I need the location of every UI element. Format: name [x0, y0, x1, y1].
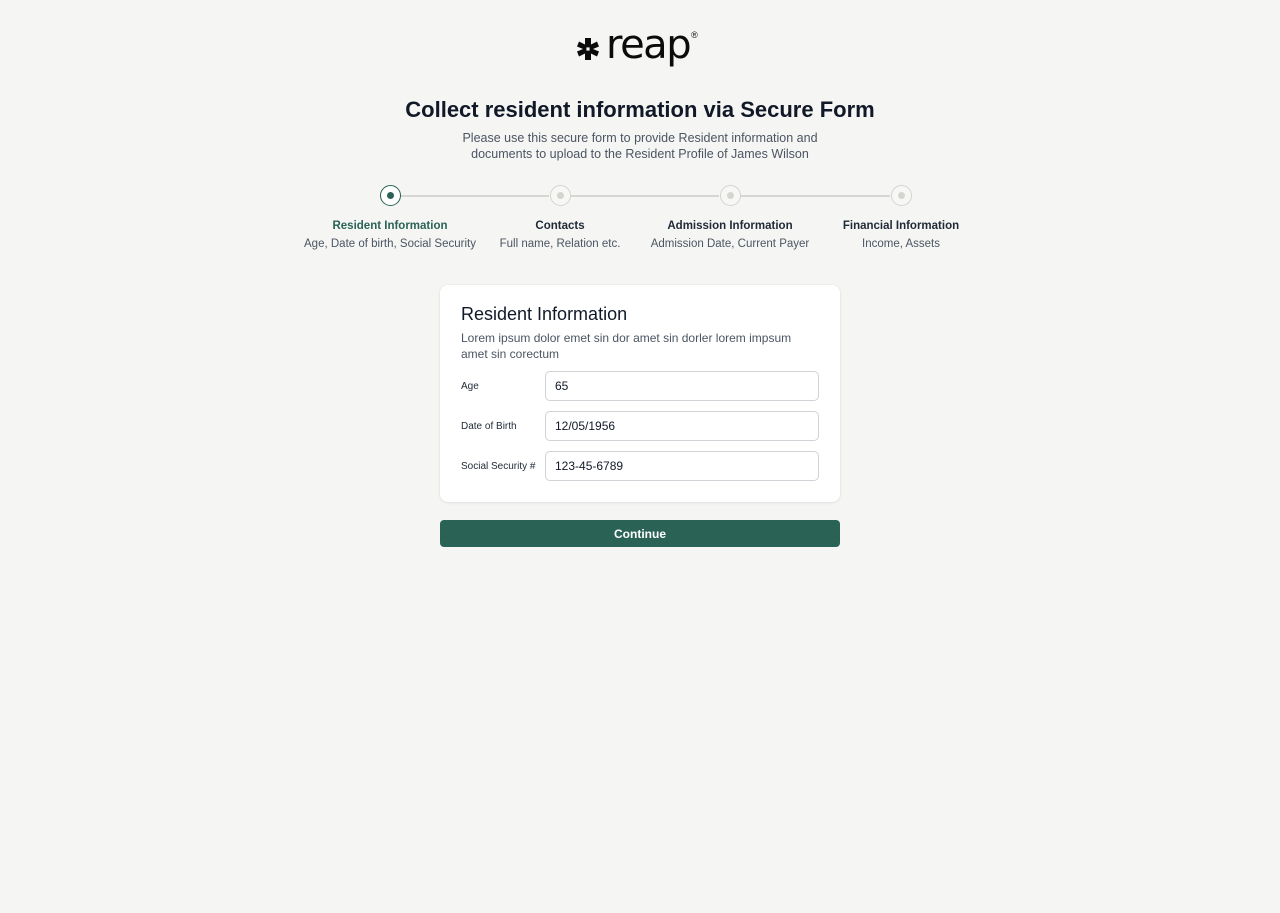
brand-logo: reap ®	[576, 25, 698, 68]
step-inactive-indicator-icon	[890, 185, 912, 206]
progress-stepper: Resident Information Age, Date of birth,…	[0, 185, 1280, 265]
date-of-birth-input[interactable]	[545, 411, 819, 441]
step-title: Financial Information	[842, 220, 960, 232]
social-security-row: Social Security #	[461, 451, 819, 481]
step-description: Admission Date, Current Payer	[650, 238, 810, 250]
social-security-input[interactable]	[545, 451, 819, 481]
card-title: Resident Information	[461, 304, 628, 324]
age-input[interactable]	[545, 371, 819, 401]
date-of-birth-row: Date of Birth	[461, 411, 819, 441]
step-title: Admission Information	[667, 220, 793, 232]
step-financial-information[interactable]: Financial Information Income, Assets	[801, 185, 1001, 251]
step-inactive-indicator-icon	[549, 185, 571, 206]
registered-mark: ®	[691, 30, 698, 40]
continue-button[interactable]: Continue	[440, 520, 840, 547]
social-security-label: Social Security #	[461, 460, 536, 472]
step-description: Income, Assets	[862, 238, 940, 250]
date-of-birth-label: Date of Birth	[461, 420, 517, 432]
age-label: Age	[461, 380, 479, 392]
brand-wordmark: reap	[606, 22, 692, 68]
page-title: Collect resident information via Secure …	[405, 97, 875, 122]
page-subtitle: Please use this secure form to provide R…	[462, 131, 818, 161]
step-active-indicator-icon	[379, 185, 401, 206]
step-admission-information[interactable]: Admission Information Admission Date, Cu…	[630, 185, 830, 251]
age-row: Age	[461, 371, 819, 401]
card-description: Lorem ipsum dolor emet sin dor amet sin …	[461, 331, 792, 361]
resident-information-card: Resident Information Lorem ipsum dolor e…	[440, 285, 840, 502]
cross-star-logo-icon	[577, 38, 599, 60]
step-inactive-indicator-icon	[719, 185, 741, 206]
